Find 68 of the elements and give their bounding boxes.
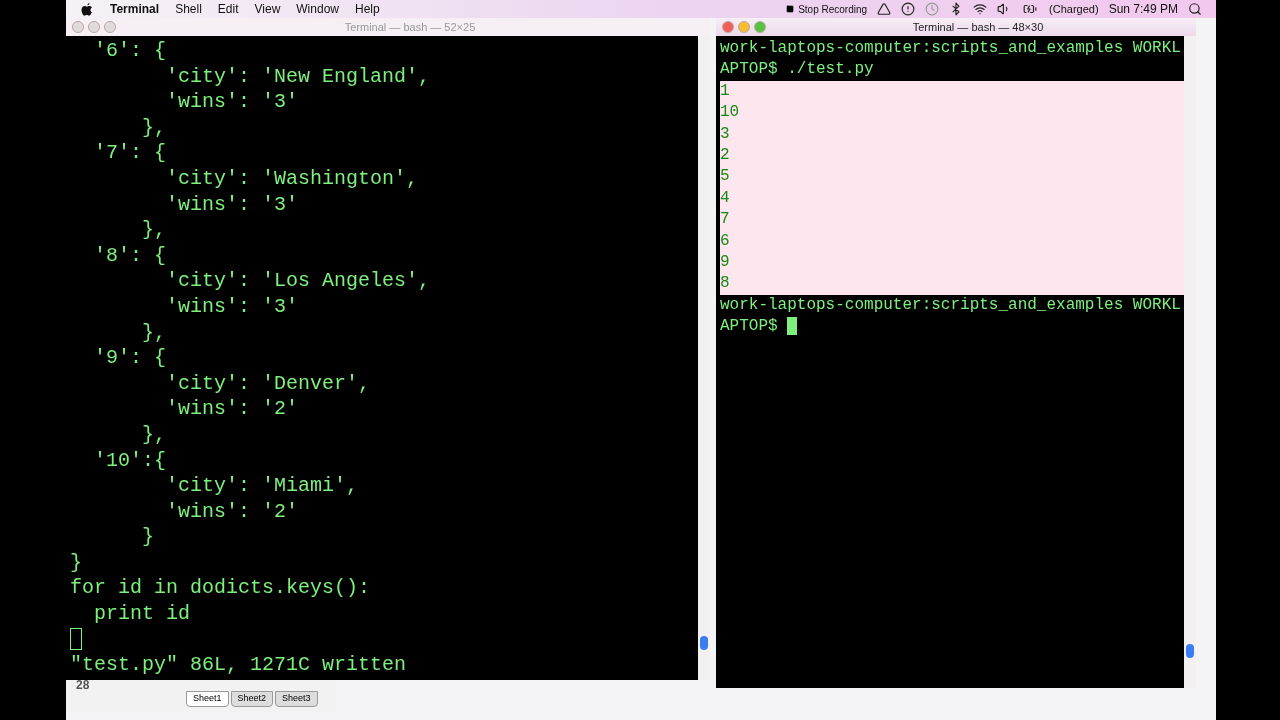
- drive-icon[interactable]: [877, 2, 892, 16]
- menu-item[interactable]: Edit: [217, 0, 239, 18]
- terminal-line: "test.py" 86L, 1271C written: [70, 653, 407, 677]
- clock-icon[interactable]: [925, 2, 940, 16]
- window-control-icon[interactable]: [104, 21, 116, 33]
- menu-item[interactable]: Terminal: [110, 0, 160, 18]
- terminal-line: 9: [720, 253, 730, 272]
- terminal-line: 'city': 'Denver',: [165, 371, 371, 395]
- battery-status[interactable]: (Charged): [1049, 0, 1099, 18]
- terminal-line: }: [141, 525, 154, 549]
- terminal-line: },: [141, 320, 166, 344]
- terminal-line: '9': {: [93, 346, 166, 370]
- terminal-line: 'wins': '3': [165, 90, 299, 114]
- terminal-line: 2: [720, 146, 730, 165]
- terminal-line: 4: [720, 188, 730, 207]
- terminal-line: for id in dodicts.keys():: [70, 576, 371, 600]
- terminal-line: '8': {: [93, 243, 166, 267]
- terminal-line: 'city': 'Los Angeles',: [165, 269, 431, 293]
- terminal-line: APTOP$ ./test.py: [720, 60, 874, 79]
- sheet-tab[interactable]: Sheet3: [275, 691, 318, 707]
- terminal-line: '10':{: [93, 448, 166, 472]
- sheet-tab[interactable]: Sheet1: [186, 691, 229, 707]
- menu-item[interactable]: View: [254, 0, 281, 18]
- terminal-line: 10: [720, 103, 740, 122]
- terminal-line: },: [141, 115, 166, 139]
- terminal-line: 'wins': '2': [165, 499, 299, 523]
- window-control-icon[interactable]: [722, 21, 734, 33]
- menu-item[interactable]: Window: [296, 0, 339, 18]
- terminal-line: 'wins': '3': [165, 294, 299, 318]
- stop-recording-button[interactable]: Stop Recording: [786, 1, 868, 17]
- terminal-line: },: [141, 218, 166, 242]
- stop-icon: [786, 5, 795, 13]
- terminal-line: 'city': 'Washington',: [165, 166, 419, 190]
- window-title: Terminal — bash — 52×25: [343, 19, 477, 35]
- terminal-line: 5: [720, 167, 730, 186]
- menu-item[interactable]: Shell: [175, 0, 202, 18]
- row-number: 28: [75, 680, 91, 690]
- wifi-icon[interactable]: [973, 2, 988, 16]
- scrollbar[interactable]: [1184, 36, 1196, 688]
- window-control-icon[interactable]: [738, 21, 750, 33]
- terminal-line: APTOP$: [720, 317, 779, 336]
- alert-icon[interactable]: [901, 2, 916, 16]
- window-control-icon[interactable]: [88, 21, 100, 33]
- scrollbar[interactable]: [698, 36, 710, 680]
- terminal-line: },: [141, 422, 166, 446]
- terminal-line: '7': {: [93, 141, 166, 165]
- terminal-line: }: [70, 550, 82, 574]
- terminal-line: 'wins': '2': [165, 397, 299, 421]
- sheet-tab[interactable]: Sheet2: [230, 691, 274, 707]
- terminal-line: 8: [720, 274, 730, 293]
- terminal-line: 'wins': '3': [165, 192, 299, 216]
- apple-icon[interactable]: [80, 1, 94, 17]
- search-icon[interactable]: [1188, 2, 1202, 16]
- terminal-line: 'city': 'New England',: [165, 64, 431, 88]
- terminal-line: 6: [720, 231, 730, 250]
- terminal-line: 1: [720, 81, 730, 100]
- menu-item[interactable]: Help: [355, 0, 380, 18]
- terminal-line: print id: [93, 602, 191, 626]
- terminal-line: work-laptops-computer:scripts_and_examples WORKL: [720, 39, 1181, 57]
- terminal-line: work-laptops-computer:scripts_and_examples WORKL: [720, 295, 1181, 314]
- terminal-line: 7: [720, 210, 730, 229]
- menu-clock[interactable]: Sun 7:49 PM: [1108, 0, 1178, 18]
- window-control-icon[interactable]: [754, 21, 766, 33]
- window-control-icon[interactable]: [72, 21, 84, 33]
- terminal-line: 3: [720, 124, 730, 143]
- window-title: Terminal — bash — 48×30: [911, 19, 1045, 35]
- terminal-line: '6': {: [93, 39, 166, 62]
- terminal-line: 'city': 'Miami',: [165, 474, 359, 498]
